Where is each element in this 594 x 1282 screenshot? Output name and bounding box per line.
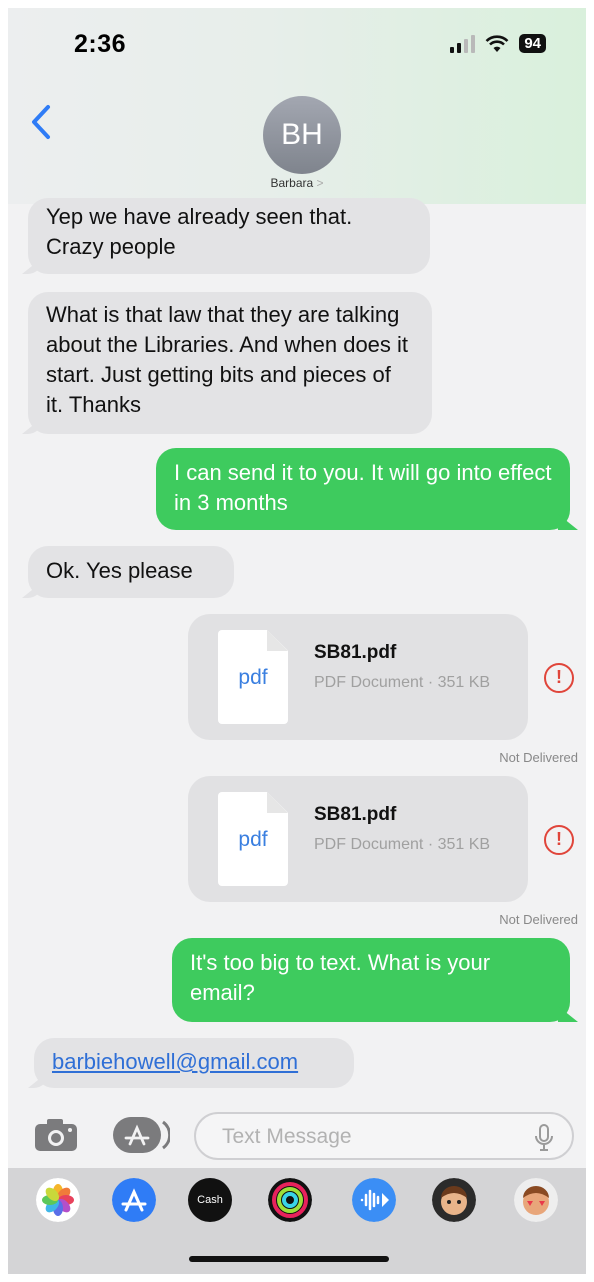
app-store-button-icon[interactable]: [112, 1116, 170, 1154]
received-message[interactable]: What is that law that they are talking a…: [28, 292, 432, 434]
received-message[interactable]: Ok. Yes please: [28, 546, 234, 598]
attachment-filename: SB81.pdf: [314, 804, 397, 825]
app-store-icon[interactable]: [112, 1178, 156, 1222]
sent-message[interactable]: It's too big to text. What is your email…: [172, 938, 570, 1022]
photos-icon[interactable]: [36, 1178, 80, 1222]
messages-screen: 2:36 94 BH Barbara > Yep we have already…: [8, 8, 586, 1274]
delivery-status: Not Delivered: [499, 750, 578, 765]
apple-cash-label: Cash: [197, 1194, 223, 1206]
email-link[interactable]: barbiehowell@gmail.com: [52, 1049, 298, 1074]
status-time: 2:36: [74, 30, 127, 58]
sent-message[interactable]: I can send it to you. It will go into ef…: [156, 448, 570, 530]
status-icons: 94: [450, 34, 546, 53]
memoji-icon[interactable]: [432, 1178, 476, 1222]
back-chevron-icon[interactable]: [30, 104, 52, 140]
battery-indicator: 94: [519, 34, 546, 53]
pdf-attachment[interactable]: pdf SB81.pdf PDF Document · 351 KB: [188, 776, 528, 902]
message-input-placeholder: Text Message: [222, 1125, 352, 1148]
message-input[interactable]: Text Message: [194, 1112, 574, 1160]
activity-icon[interactable]: [268, 1178, 312, 1222]
cellular-signal-icon: [450, 34, 476, 53]
contact-name: Barbara: [270, 176, 314, 190]
not-delivered-error-icon[interactable]: !: [544, 663, 574, 693]
pdf-file-label: pdf: [238, 666, 268, 689]
received-message[interactable]: barbiehowell@gmail.com: [34, 1038, 354, 1088]
camera-icon[interactable]: [34, 1118, 78, 1152]
contact-name-button[interactable]: Barbara >: [8, 176, 586, 190]
contact-avatar[interactable]: BH: [263, 96, 341, 174]
conversation-header: 2:36 94 BH Barbara >: [8, 8, 586, 204]
home-indicator: [189, 1256, 389, 1262]
audio-message-icon[interactable]: [352, 1178, 396, 1222]
apple-cash-icon[interactable]: Cash: [188, 1178, 232, 1222]
memoji-stickers-icon[interactable]: [514, 1178, 558, 1222]
contact-chevron: >: [316, 176, 324, 190]
attachment-filename: SB81.pdf: [314, 642, 397, 663]
delivery-status: Not Delivered: [499, 912, 578, 927]
microphone-icon[interactable]: [534, 1124, 554, 1152]
attachment-meta: PDF Document · 351 KB: [314, 836, 491, 853]
attachment-meta: PDF Document · 351 KB: [314, 674, 491, 691]
not-delivered-error-icon[interactable]: !: [544, 825, 574, 855]
wifi-icon: [485, 34, 509, 52]
compose-bar: Text Message: [8, 1104, 586, 1172]
pdf-attachment[interactable]: pdf SB81.pdf PDF Document · 351 KB: [188, 614, 528, 740]
received-message[interactable]: Yep we have already seen that. Crazy peo…: [28, 198, 430, 274]
pdf-file-label: pdf: [238, 828, 268, 851]
